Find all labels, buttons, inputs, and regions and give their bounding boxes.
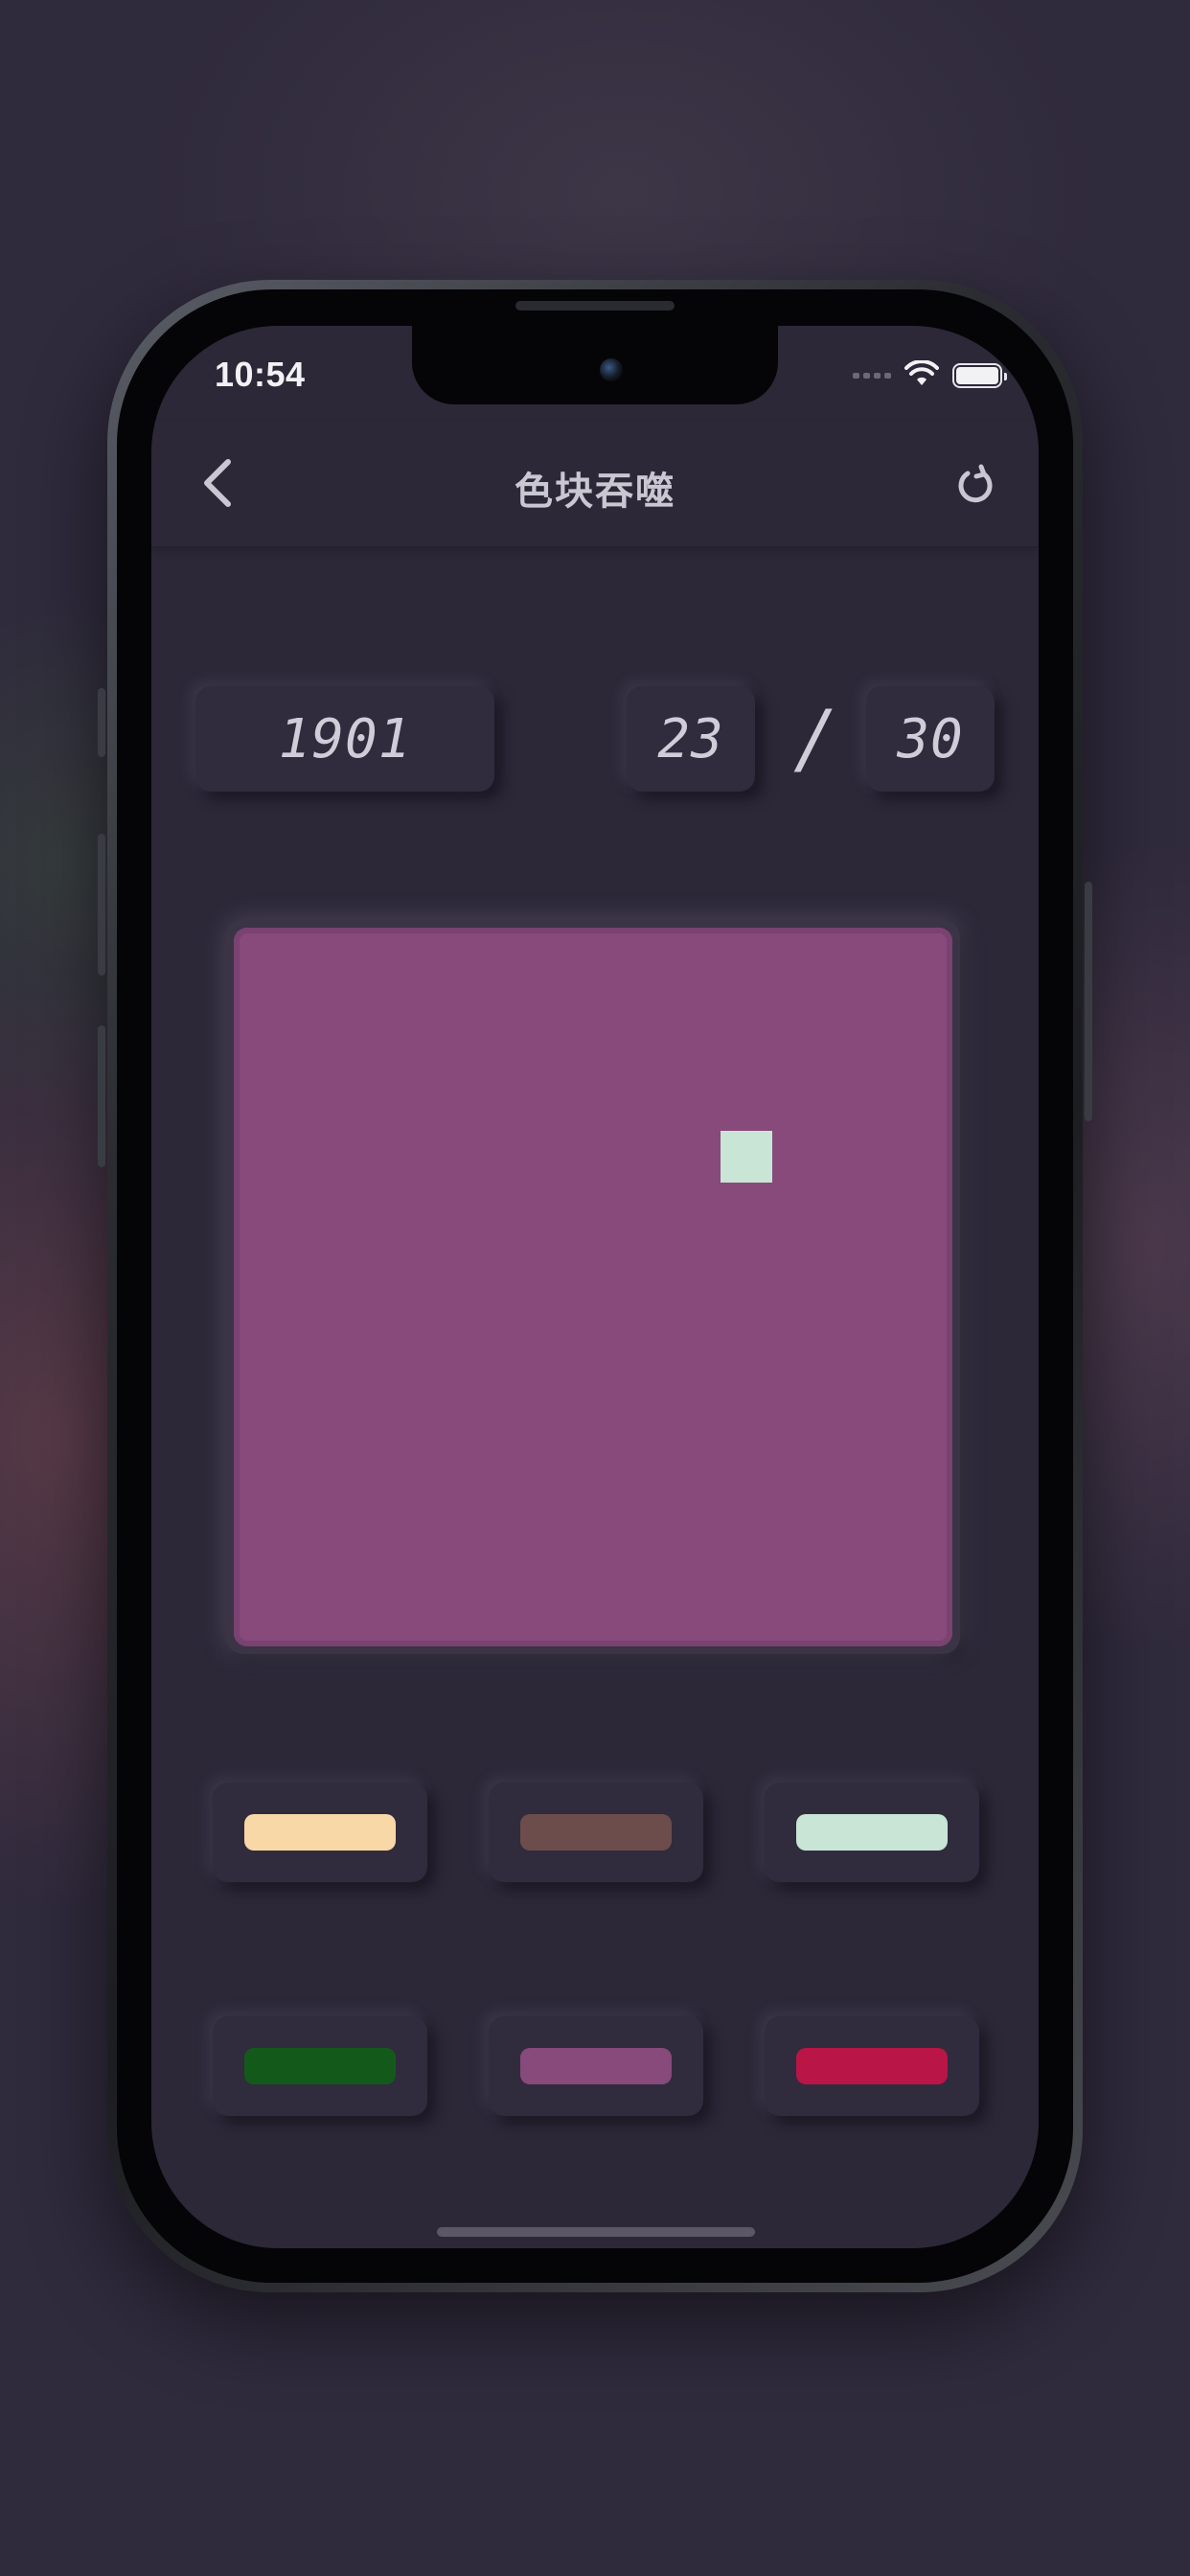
color-button-dark-green[interactable]: [213, 2016, 427, 2116]
color-button-cream[interactable]: [213, 1782, 427, 1882]
signal-icon: [853, 373, 891, 379]
color-button-purple[interactable]: [489, 2016, 703, 2116]
color-swatch: [520, 1814, 672, 1851]
status-icons: [853, 359, 1007, 391]
board-cell: [721, 1131, 772, 1183]
home-indicator[interactable]: [437, 2227, 755, 2237]
battery-icon: [952, 363, 1007, 388]
page-title: 色块吞噬: [515, 470, 675, 514]
moves-separator: /: [799, 694, 826, 783]
color-swatch: [796, 1814, 948, 1851]
power-button: [1085, 882, 1092, 1121]
refresh-button[interactable]: [949, 460, 1002, 514]
color-swatch: [244, 2048, 396, 2084]
earpiece-speaker: [515, 301, 675, 310]
color-swatch: [520, 2048, 672, 2084]
score-display: 1901: [195, 686, 494, 792]
moves-total-value: 30: [897, 707, 964, 770]
camera-icon: [600, 358, 623, 381]
volume-down-button: [98, 1025, 105, 1167]
color-button-brown[interactable]: [489, 1782, 703, 1882]
refresh-icon: [954, 464, 996, 510]
color-button-mint[interactable]: [765, 1782, 979, 1882]
notch: [412, 326, 778, 404]
status-time: 10:54: [215, 355, 306, 394]
wifi-icon: [904, 359, 939, 391]
phone-screen: 10:54 色块吞噬 1901 23 / 30: [151, 326, 1039, 2248]
volume-up-button: [98, 834, 105, 976]
color-swatch: [796, 2048, 948, 2084]
score-value: 1901: [278, 707, 412, 770]
mute-switch: [98, 688, 105, 757]
nav-bar: 色块吞噬: [151, 422, 1039, 548]
color-swatch: [244, 1814, 396, 1851]
game-board: [234, 928, 952, 1646]
moves-total-display: 30: [866, 686, 995, 792]
moves-used-value: 23: [657, 707, 724, 770]
moves-used-display: 23: [627, 686, 755, 792]
color-button-crimson[interactable]: [765, 2016, 979, 2116]
